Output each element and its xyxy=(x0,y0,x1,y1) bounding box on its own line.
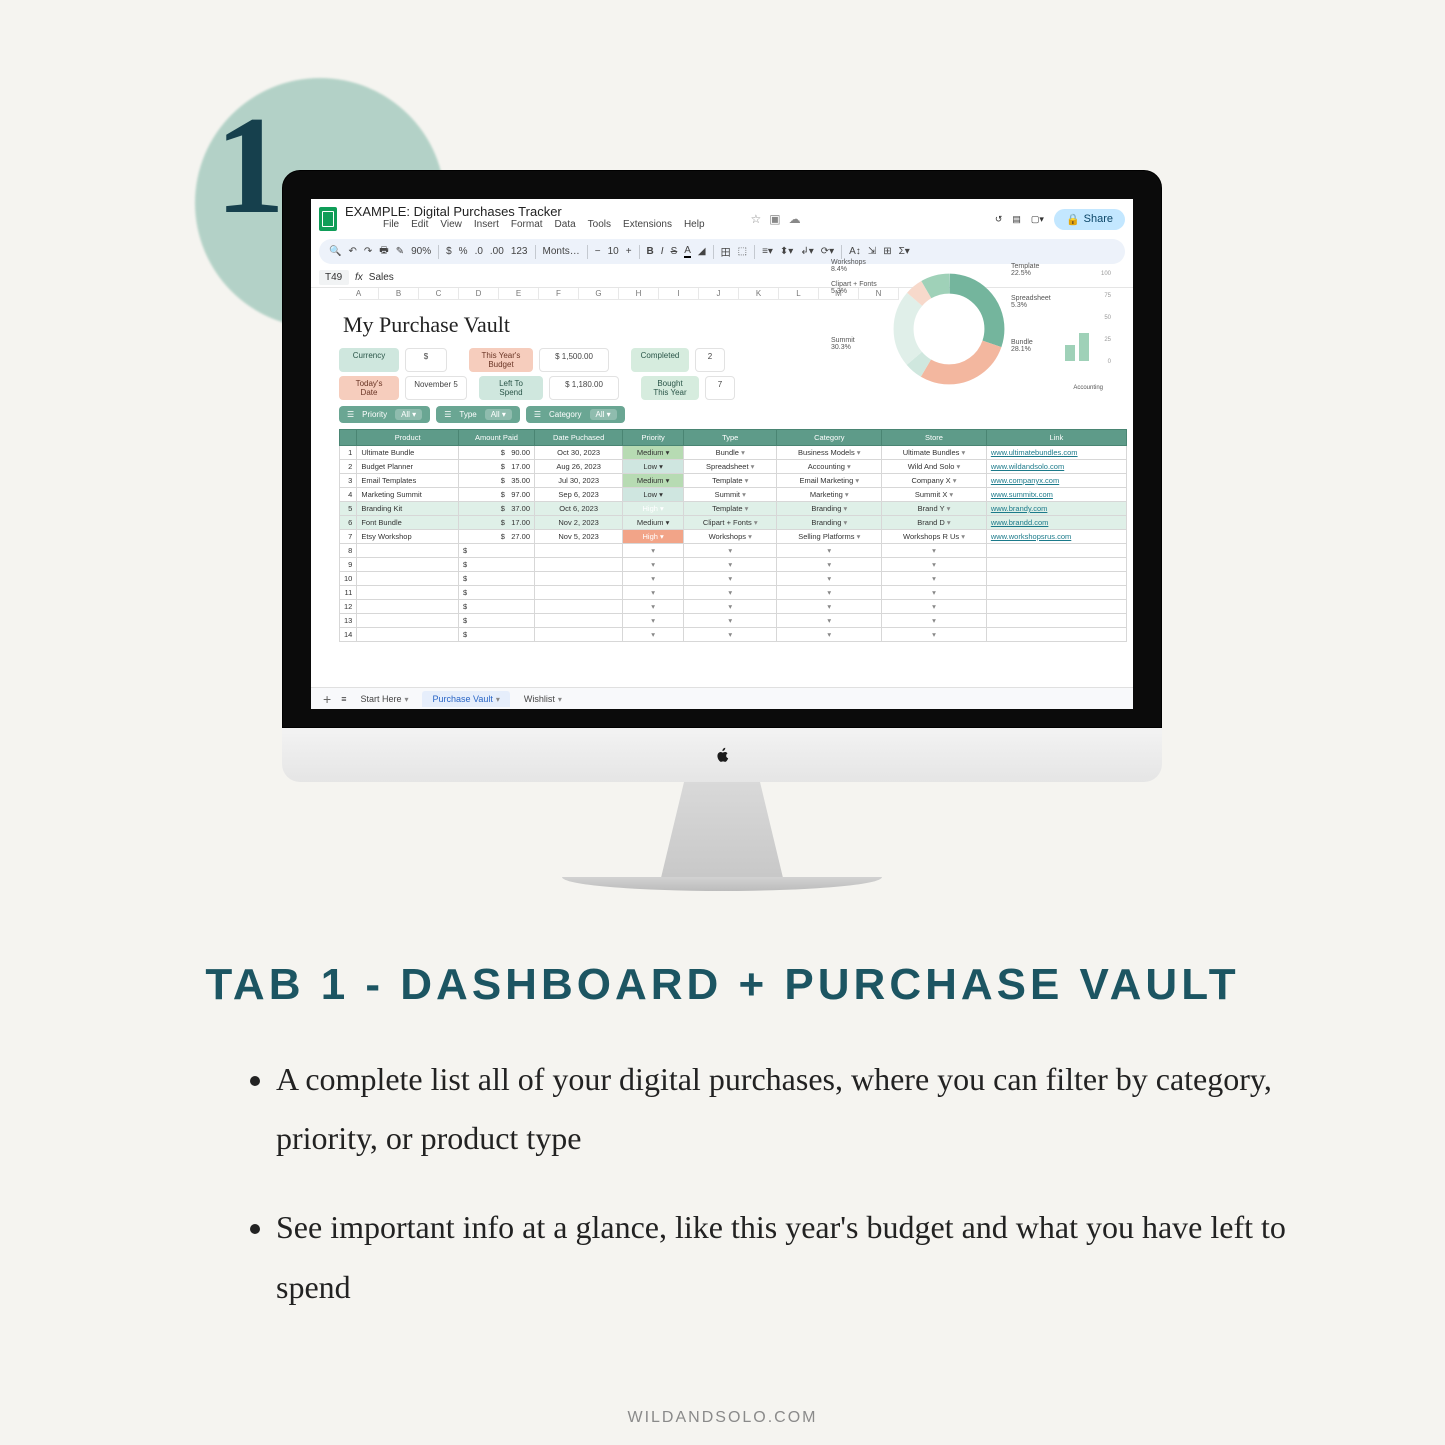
menu-tools[interactable]: Tools xyxy=(588,219,611,230)
font-size[interactable]: 10 xyxy=(608,246,619,257)
tab-wishlist[interactable]: Wishlist▾ xyxy=(514,691,572,707)
table-row[interactable]: 8$▾▾▾▾ xyxy=(340,544,1127,558)
table-row[interactable]: 7Etsy Workshop$ 27.00Nov 5, 2023High ▾Wo… xyxy=(340,530,1127,544)
promo-headline: TAB 1 - DASHBOARD + PURCHASE VAULT xyxy=(0,960,1445,1010)
history-icon[interactable]: ↺ xyxy=(995,214,1003,225)
search-icon[interactable]: 🔍 xyxy=(329,246,341,257)
table-row[interactable]: 4Marketing Summit$ 97.00Sep 6, 2023Low ▾… xyxy=(340,488,1127,502)
apple-logo-icon xyxy=(713,745,731,765)
share-button[interactable]: 🔒 Share xyxy=(1054,209,1125,230)
menu-insert[interactable]: Insert xyxy=(474,219,499,230)
menu-format[interactable]: Format xyxy=(511,219,543,230)
tab-purchase-vault[interactable]: Purchase Vault▾ xyxy=(422,691,509,707)
table-row[interactable]: 13$▾▾▾▾ xyxy=(340,614,1127,628)
undo-icon[interactable]: ↶ xyxy=(348,246,356,257)
tab-start-here[interactable]: Start Here▾ xyxy=(350,691,418,707)
menu-edit[interactable]: Edit xyxy=(411,219,428,230)
share-label: Share xyxy=(1084,213,1113,225)
table-row[interactable]: 3Email Templates$ 35.00Jul 30, 2023Mediu… xyxy=(340,474,1127,488)
star-icon[interactable]: ☆ xyxy=(751,212,762,226)
menu-bar[interactable]: File Edit View Insert Format Data Tools … xyxy=(345,219,743,234)
table-row[interactable]: 11$▾▾▾▾ xyxy=(340,586,1127,600)
promo-bullets: A complete list all of your digital purc… xyxy=(230,1050,1305,1347)
all-sheets-icon[interactable]: ≡ xyxy=(341,694,346,704)
date-value: November 5 xyxy=(405,376,467,400)
filter-type[interactable]: ☰ Type All ▾ xyxy=(436,406,520,423)
strike-icon[interactable]: S xyxy=(671,246,678,257)
lock-icon: 🔒 xyxy=(1066,213,1080,226)
bullet-2: See important info at a glance, like thi… xyxy=(276,1198,1305,1316)
merge-icon[interactable]: ⬚ xyxy=(738,246,747,257)
add-sheet-icon[interactable]: + xyxy=(317,691,337,707)
fill-icon[interactable]: ◢ xyxy=(698,246,706,257)
menu-view[interactable]: View xyxy=(440,219,462,230)
text-color-icon[interactable]: A xyxy=(684,245,691,258)
budget-value[interactable]: $ 1,500.00 xyxy=(539,348,609,372)
filter-category[interactable]: ☰ Category All ▾ xyxy=(526,406,625,423)
document-title[interactable]: EXAMPLE: Digital Purchases Tracker xyxy=(345,204,743,219)
font-select[interactable]: Monts… xyxy=(543,246,580,257)
left-label: Left To Spend xyxy=(479,376,543,400)
italic-icon[interactable]: I xyxy=(661,246,664,257)
menu-extensions[interactable]: Extensions xyxy=(623,219,672,230)
bought-label: Bought This Year xyxy=(641,376,699,400)
menu-help[interactable]: Help xyxy=(684,219,705,230)
menu-data[interactable]: Data xyxy=(555,219,576,230)
table-row[interactable]: 6Font Bundle$ 17.00Nov 2, 2023Medium ▾Cl… xyxy=(340,516,1127,530)
completed-label: Completed xyxy=(631,348,689,372)
table-row[interactable]: 1Ultimate Bundle$ 90.00Oct 30, 2023Mediu… xyxy=(340,446,1127,460)
sheet-tab-bar[interactable]: + ≡ Start Here▾ Purchase Vault▾ Wishlist… xyxy=(311,687,1133,709)
table-row[interactable]: 12$▾▾▾▾ xyxy=(340,600,1127,614)
footer-url: WILDANDSOLO.COM xyxy=(0,1409,1445,1427)
legend-template: Template22.5% xyxy=(1011,263,1039,277)
currency-label: Currency xyxy=(339,348,399,372)
fx-icon: fx xyxy=(355,272,363,283)
bought-value: 7 xyxy=(705,376,735,400)
completed-value: 2 xyxy=(695,348,725,372)
table-row[interactable]: 9$▾▾▾▾ xyxy=(340,558,1127,572)
menu-file[interactable]: File xyxy=(383,219,399,230)
move-icon[interactable]: ▣ xyxy=(769,212,780,226)
left-value: $ 1,180.00 xyxy=(549,376,619,400)
comment-icon[interactable]: ▤ xyxy=(1012,214,1021,225)
redo-icon[interactable]: ↷ xyxy=(364,246,372,257)
paint-icon[interactable]: ✎ xyxy=(396,246,404,257)
purchases-table[interactable]: Product Amount Paid Date Puchased Priori… xyxy=(339,429,1127,642)
table-row[interactable]: 10$▾▾▾▾ xyxy=(340,572,1127,586)
borders-icon[interactable]: 田 xyxy=(721,244,731,259)
zoom-select[interactable]: 90% xyxy=(411,246,431,257)
name-box[interactable]: T49 xyxy=(319,270,349,285)
formula-bar[interactable]: Sales xyxy=(369,272,394,283)
vault-title: My Purchase Vault xyxy=(339,306,1127,348)
currency-value[interactable]: $ xyxy=(405,348,447,372)
sheets-logo-icon xyxy=(319,207,337,231)
legend-workshops: Workshops8.4% xyxy=(831,259,866,273)
table-row[interactable]: 2Budget Planner$ 17.00Aug 26, 2023Low ▾S… xyxy=(340,460,1127,474)
table-row[interactable]: 5Branding Kit$ 37.00Oct 6, 2023High ▾Tem… xyxy=(340,502,1127,516)
budget-label: This Year's Budget xyxy=(469,348,533,372)
print-icon[interactable]: 🖶 xyxy=(379,243,388,260)
imac-mockup: EXAMPLE: Digital Purchases Tracker File … xyxy=(282,170,1162,891)
date-label: Today's Date xyxy=(339,376,399,400)
bold-icon[interactable]: B xyxy=(647,246,654,257)
meet-icon[interactable]: ▢▾ xyxy=(1031,214,1044,225)
cloud-icon[interactable]: ☁ xyxy=(789,212,801,226)
filter-priority[interactable]: ☰ Priority All ▾ xyxy=(339,406,430,423)
screen: EXAMPLE: Digital Purchases Tracker File … xyxy=(311,199,1133,709)
column-headers[interactable]: ABCDEFGHIJKLMN xyxy=(339,288,899,300)
table-row[interactable]: 14$▾▾▾▾ xyxy=(340,628,1127,642)
bullet-1: A complete list all of your digital purc… xyxy=(276,1050,1305,1168)
